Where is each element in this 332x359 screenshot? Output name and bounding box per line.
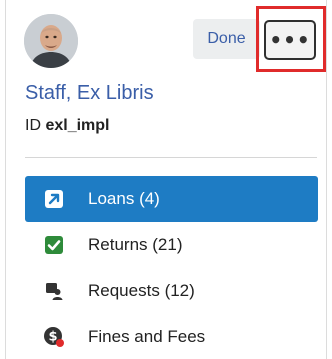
nav-label-text: Returns [88,235,148,254]
checkmark-icon [43,234,65,256]
patron-panel: Done ••• Staff, Ex Libris ID exl_impl Lo… [5,0,327,359]
nav-item-fines-and-fees[interactable]: $ Fines and Fees [25,314,318,359]
nav-count: (4) [139,189,160,208]
nav-item-loans[interactable]: Loans (4) [25,176,318,222]
user-id-value: exl_impl [45,117,110,134]
nav-item-requests[interactable]: Requests (12) [25,268,318,314]
avatar [24,14,78,68]
nav-label-fines-and-fees: Fines and Fees [88,327,205,347]
user-id-label: ID [25,117,41,134]
user-name[interactable]: Staff, Ex Libris [25,82,154,105]
more-options-button[interactable]: ••• [264,20,316,60]
nav-item-returns[interactable]: Returns (21) [25,222,318,268]
nav-label-returns: Returns (21) [88,235,183,255]
divider [25,157,317,158]
nav-label-requests: Requests (12) [88,281,195,301]
nav-label-text: Fines and Fees [88,327,206,346]
nav-count: (21) [152,235,183,254]
nav-label-loans: Loans (4) [88,189,160,209]
requests-icon [43,280,65,302]
fines-icon: $ [43,326,65,348]
arrow-out-icon [43,188,65,210]
patron-nav: Loans (4) Returns (21) Requests (12) $ F… [25,176,318,359]
nav-count: (12) [164,281,195,300]
nav-label-text: Loans [88,189,135,208]
user-id: ID exl_impl [25,117,109,135]
nav-label-text: Requests [88,281,160,300]
done-button[interactable]: Done [193,19,260,59]
